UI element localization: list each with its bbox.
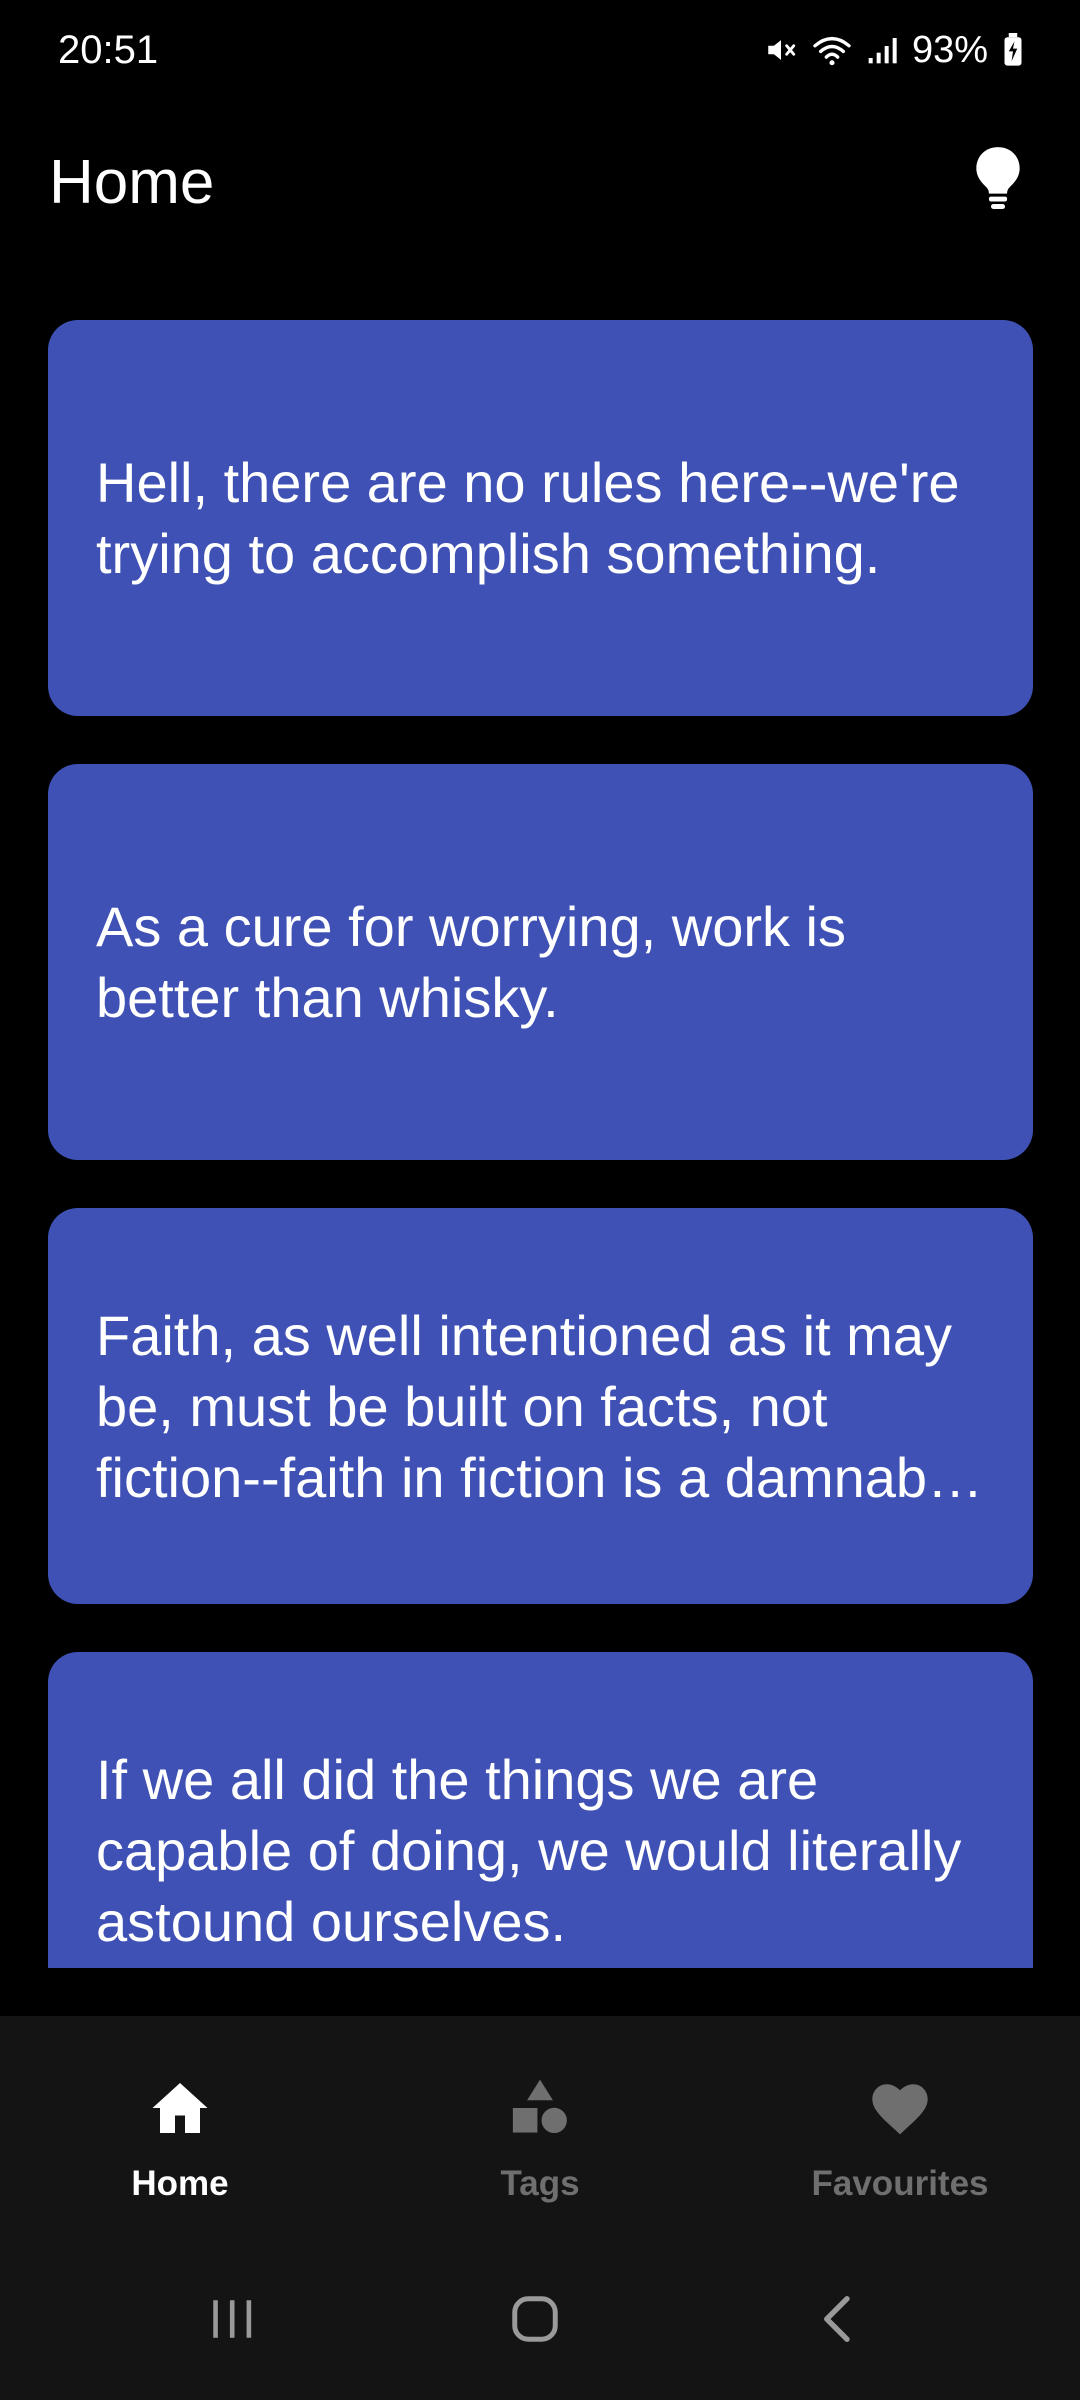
quote-text: Faith, as well intentioned as it may be,…	[96, 1303, 971, 1509]
quote-text: If we all did the things we are capable …	[96, 1747, 962, 1953]
quote-card[interactable]: Faith, as well intentioned as it may be,…	[48, 1208, 1033, 1604]
status-icons: 93%	[764, 26, 1024, 74]
app-bar: Home	[0, 120, 1080, 236]
signal-icon	[866, 33, 898, 67]
nav-item-home[interactable]: Home	[0, 2016, 360, 2236]
nav-item-favourites[interactable]: Favourites	[720, 2016, 1080, 2236]
nav-item-tags[interactable]: Tags	[360, 2016, 720, 2236]
shapes-icon	[504, 2072, 576, 2144]
system-home-button[interactable]	[475, 2276, 595, 2366]
quote-card[interactable]: As a cure for worrying, work is better t…	[48, 764, 1033, 1160]
home-circle-icon	[508, 2292, 562, 2351]
back-button[interactable]	[778, 2276, 898, 2366]
quote-card[interactable]: Hell, there are no rules here--we're try…	[48, 320, 1033, 716]
status-time: 20:51	[58, 28, 159, 72]
back-icon	[815, 2292, 861, 2351]
screen: 20:51 93% Home Hell, there are no rules …	[0, 0, 1080, 2400]
recents-icon	[207, 2294, 257, 2349]
lightbulb-button[interactable]	[960, 142, 1036, 218]
status-bar: 20:51 93%	[0, 0, 1080, 100]
quote-text: Hell, there are no rules here--we're try…	[96, 451, 960, 585]
mute-icon	[764, 33, 798, 67]
battery-charging-icon	[1002, 33, 1024, 67]
quote-card[interactable]: If we all did the things we are capable …	[48, 1652, 1033, 1968]
heart-icon	[864, 2072, 936, 2144]
nav-label-home: Home	[131, 2164, 229, 2203]
home-icon	[144, 2072, 216, 2144]
quote-text: As a cure for worrying, work is better t…	[96, 895, 846, 1029]
quote-list[interactable]: Hell, there are no rules here--we're try…	[48, 320, 1033, 1968]
recents-button[interactable]	[172, 2276, 292, 2366]
bottom-navigation: Home Tags Favourites	[0, 2016, 1080, 2236]
nav-label-tags: Tags	[500, 2164, 580, 2203]
system-navigation-bar	[0, 2236, 1080, 2400]
battery-percent: 93%	[911, 29, 988, 71]
nav-label-favourites: Favourites	[811, 2164, 989, 2203]
page-title: Home	[49, 148, 215, 217]
lightbulb-icon	[973, 145, 1023, 216]
wifi-icon	[812, 33, 852, 67]
